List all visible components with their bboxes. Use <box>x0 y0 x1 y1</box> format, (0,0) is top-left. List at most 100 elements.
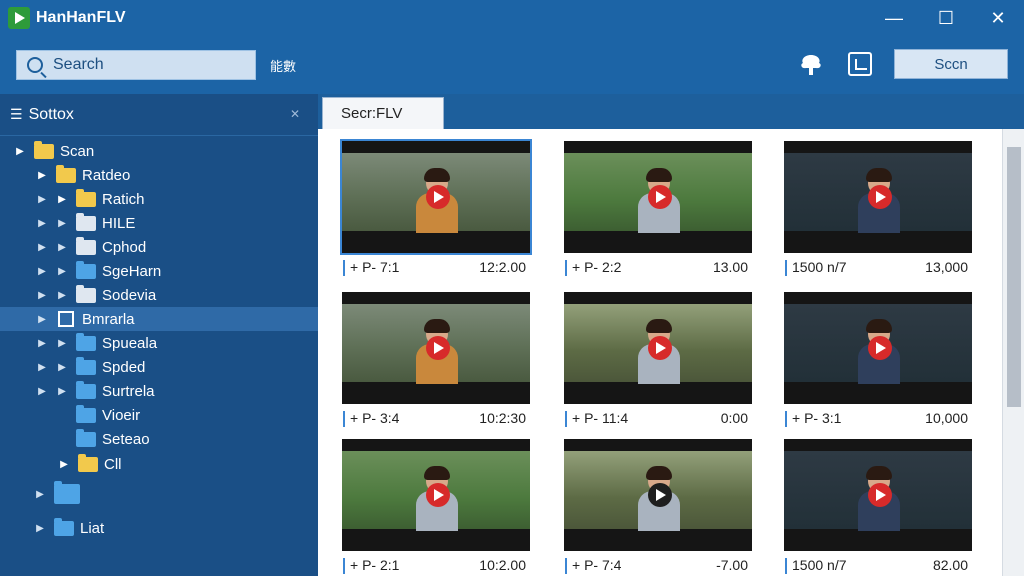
expand-arrow-icon[interactable]: ▶ <box>36 170 48 181</box>
expand-arrow-icon[interactable]: ▶ <box>14 146 26 157</box>
video-grid: + P- 7:1 12:2.00 + P- 2:2 13.00 1500 n/7 13,0… <box>318 129 1002 576</box>
tree-item-ratdeo[interactable]: ▶ Ratdeo <box>0 163 318 187</box>
tree-item-hile[interactable]: ▶ ▶ HILE <box>0 211 318 235</box>
tree-item-ratich[interactable]: ▶ ▶ Ratich <box>0 187 318 211</box>
play-icon[interactable] <box>868 185 892 209</box>
tree-item-bmrarla[interactable]: ▶ Bmrarla <box>0 307 318 331</box>
expand-arrow-icon[interactable]: ▶ <box>36 242 48 253</box>
pin-icon[interactable]: ✕ <box>290 107 300 121</box>
tree-item-spded[interactable]: ▶ ▶ Spded <box>0 355 318 379</box>
video-card[interactable]: + P- 11:4 0:00 <box>564 292 756 434</box>
play-icon[interactable] <box>426 185 450 209</box>
video-card[interactable]: + P- 3:4 10:2:30 <box>342 292 534 434</box>
play-icon[interactable] <box>648 185 672 209</box>
expand-arrow-icon[interactable]: ▶ <box>58 459 70 470</box>
video-meta: + P- 3:1 10,000 <box>784 408 976 430</box>
video-card[interactable]: + P- 2:1 10:2.00 <box>342 439 534 576</box>
tree-item-sodevia[interactable]: ▶ ▶ Sodevia <box>0 283 318 307</box>
tree-item-scan[interactable]: ▶ Scan <box>0 139 318 163</box>
video-thumbnail[interactable] <box>784 141 972 253</box>
minimize-button[interactable]: — <box>868 0 920 36</box>
screen-capture-icon[interactable] <box>848 52 872 76</box>
video-card[interactable]: 1500 n/7 13,000 <box>784 141 976 283</box>
video-thumbnail[interactable] <box>340 139 532 255</box>
video-info-right: 12:2.00 <box>479 259 526 275</box>
tree-item-cphod[interactable]: ▶ ▶ Cphod <box>0 235 318 259</box>
tree-item-spueala[interactable]: ▶ ▶ Spueala <box>0 331 318 355</box>
expand-arrow-icon[interactable]: ▶ <box>56 194 68 205</box>
scan-button[interactable]: Sccn <box>894 49 1008 79</box>
expand-arrow-icon[interactable]: ▶ <box>36 338 48 349</box>
tree-item-label: Spded <box>102 358 146 376</box>
video-card[interactable]: + P- 3:1 10,000 <box>784 292 976 434</box>
play-icon[interactable] <box>426 336 450 360</box>
video-thumbnail[interactable] <box>564 439 752 551</box>
play-icon[interactable] <box>426 483 450 507</box>
play-icon[interactable] <box>868 336 892 360</box>
expand-arrow-icon[interactable]: ▶ <box>36 290 48 301</box>
play-icon[interactable] <box>648 483 672 507</box>
expand-arrow-icon[interactable]: ▶ <box>34 489 46 500</box>
folder-icon <box>34 140 54 159</box>
video-results-panel: + P- 7:1 12:2.00 + P- 2:2 13.00 1500 n/7 13,0… <box>318 129 1024 576</box>
expand-arrow-icon[interactable]: ▶ <box>56 242 68 253</box>
tree-item-label: Vioeir <box>102 406 141 424</box>
video-card[interactable]: 1500 n/7 82.00 <box>784 439 976 576</box>
tree-item-label: Sodevia <box>102 286 157 304</box>
video-card[interactable]: + P- 7:4 -7.00 <box>564 439 756 576</box>
video-thumbnail[interactable] <box>784 292 972 404</box>
tree-icon[interactable] <box>796 50 826 80</box>
title-bar: HanHanFLV — ☐ ✕ <box>0 0 1024 36</box>
tree-item-liat[interactable]: ▶ Liat <box>0 516 318 540</box>
video-thumbnail[interactable] <box>342 292 530 404</box>
search-icon <box>27 57 43 73</box>
video-thumbnail[interactable] <box>564 141 752 253</box>
tree-item-sgeharn[interactable]: ▶ ▶ SgeHarn <box>0 259 318 283</box>
expand-arrow-icon[interactable]: ▶ <box>36 386 48 397</box>
expand-arrow-icon[interactable]: ▶ <box>56 338 68 349</box>
folder-icon <box>76 380 96 399</box>
checkbox-icon[interactable] <box>58 311 74 327</box>
sidebar-header: ☰ Sottox ✕ <box>0 94 318 136</box>
expand-arrow-icon[interactable]: ▶ <box>36 314 48 325</box>
maximize-button[interactable]: ☐ <box>920 0 972 36</box>
expand-arrow-icon[interactable]: ▶ <box>56 266 68 277</box>
expand-arrow-icon[interactable]: ▶ <box>36 362 48 373</box>
tab-search-flv[interactable]: Secr:FLV <box>322 97 444 129</box>
tree-item-media-folder[interactable]: ▶ <box>0 478 318 510</box>
video-thumbnail[interactable] <box>342 439 530 551</box>
tree-item-surtrela[interactable]: ▶ ▶ Surtrela <box>0 379 318 403</box>
play-icon[interactable] <box>648 336 672 360</box>
play-icon[interactable] <box>868 483 892 507</box>
video-meta: + P- 11:4 0:00 <box>564 408 756 430</box>
expand-arrow-icon[interactable]: ▶ <box>56 362 68 373</box>
search-input[interactable] <box>53 56 253 74</box>
expand-arrow-icon[interactable]: ▶ <box>36 266 48 277</box>
tree-item-cll[interactable]: ▶ Cll <box>0 452 318 476</box>
expand-arrow-icon[interactable]: ▶ <box>36 218 48 229</box>
tree-item-vioeir[interactable]: Vioeir <box>0 403 318 427</box>
video-thumbnail[interactable] <box>784 439 972 551</box>
expand-arrow-icon[interactable]: ▶ <box>56 290 68 301</box>
video-meta: + P- 2:2 13.00 <box>564 257 756 279</box>
video-meta: + P- 2:1 10:2.00 <box>342 555 534 576</box>
video-info-left: + P- 11:4 <box>564 410 629 427</box>
folder-icon <box>76 260 96 279</box>
expand-arrow-icon[interactable]: ▶ <box>56 386 68 397</box>
vertical-scrollbar[interactable] <box>1002 129 1024 576</box>
close-button[interactable]: ✕ <box>972 0 1024 36</box>
expand-arrow-icon[interactable]: ▶ <box>56 218 68 229</box>
tree-item-seteao[interactable]: Seteao <box>0 427 318 451</box>
video-card[interactable]: + P- 7:1 12:2.00 <box>340 139 534 283</box>
expand-arrow-icon[interactable]: ▶ <box>36 194 48 205</box>
scrollbar-thumb[interactable] <box>1007 147 1021 407</box>
toolbar-label: 能數 <box>270 59 297 74</box>
folder-icon <box>54 517 74 536</box>
video-thumbnail[interactable] <box>564 292 752 404</box>
expand-arrow-icon[interactable]: ▶ <box>34 523 46 534</box>
list-icon: ☰ <box>10 106 23 122</box>
video-info-left: + P- 2:2 <box>564 259 622 276</box>
search-box[interactable] <box>16 50 256 80</box>
video-meta: 1500 n/7 82.00 <box>784 555 976 576</box>
video-card[interactable]: + P- 2:2 13.00 <box>564 141 756 283</box>
